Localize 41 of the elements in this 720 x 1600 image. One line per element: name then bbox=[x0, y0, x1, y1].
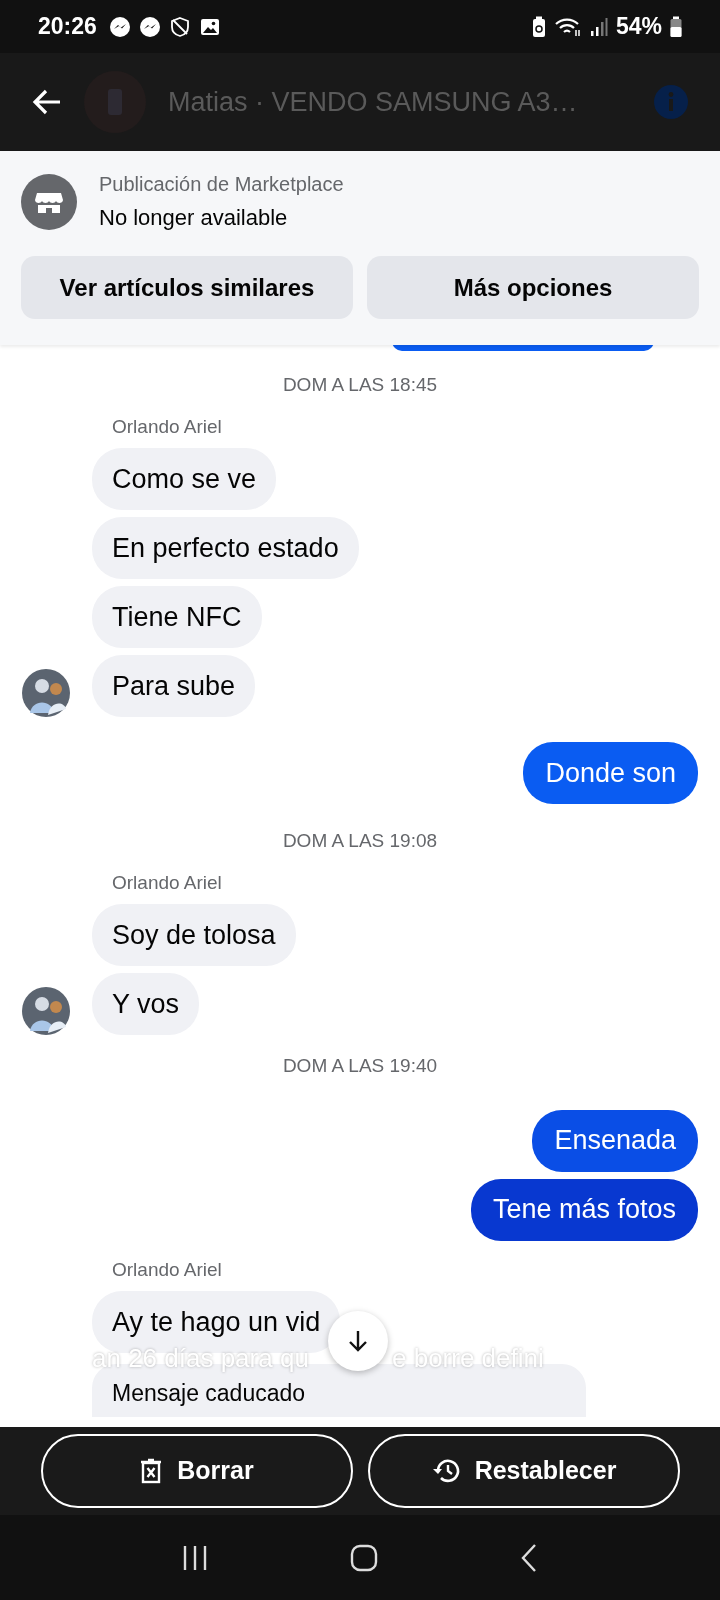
messenger-icon bbox=[138, 15, 161, 38]
scroll-down-button[interactable] bbox=[328, 1311, 388, 1371]
sender-name: Orlando Ariel bbox=[112, 415, 222, 437]
status-time: 20:26 bbox=[38, 12, 97, 42]
sender-name: Orlando Ariel bbox=[112, 871, 222, 893]
listing-status: No longer available bbox=[99, 204, 289, 232]
message-bubble: Y vos bbox=[92, 973, 200, 1035]
messenger-icon bbox=[108, 15, 131, 38]
message-bubble: Soy de tolosa bbox=[92, 904, 296, 966]
avatar bbox=[22, 987, 70, 1035]
signal-icon bbox=[589, 15, 608, 38]
message-bubble: En perfecto estado bbox=[92, 517, 359, 579]
listing-action-button[interactable]: Más opciones bbox=[367, 256, 699, 319]
timestamp: DOM A LAS 18:45 bbox=[282, 373, 438, 397]
sender-name: Orlando Ariel bbox=[112, 1258, 222, 1280]
listing-action-button[interactable]: Ver artículos similares bbox=[21, 256, 353, 319]
battery-saver-icon bbox=[531, 15, 546, 38]
message-bubble: Para sube bbox=[92, 655, 256, 717]
action-button[interactable]: Borrar bbox=[40, 1434, 353, 1508]
battery-level: 54% bbox=[615, 12, 662, 42]
avatar bbox=[22, 669, 70, 717]
message-bubble: Tiene NFC bbox=[92, 586, 262, 648]
message-bubble: Donde son bbox=[523, 742, 698, 804]
message-bubble: Tene más fotos bbox=[470, 1178, 698, 1241]
timestamp: DOM A LAS 19:40 bbox=[282, 1054, 438, 1078]
shield-icon bbox=[168, 15, 191, 38]
message-bubble: Ensenada bbox=[532, 1109, 698, 1172]
action-button[interactable]: Restablecer bbox=[367, 1434, 680, 1508]
home-icon[interactable] bbox=[350, 1543, 378, 1572]
message-bubble: Ay te hago un vid bbox=[92, 1291, 341, 1353]
message-bubble: Mensaje caducado bbox=[92, 1364, 586, 1417]
message-bubble: Como se ve bbox=[92, 448, 277, 510]
battery-icon bbox=[670, 15, 682, 38]
timestamp: DOM A LAS 19:08 bbox=[282, 829, 438, 853]
listing-label: Publicación de Marketplace bbox=[99, 172, 344, 197]
trash-icon bbox=[139, 1458, 164, 1484]
store-icon bbox=[21, 173, 77, 230]
avatar bbox=[84, 71, 146, 133]
arrow-down-icon bbox=[348, 1330, 368, 1352]
back-arrow-icon[interactable] bbox=[32, 89, 62, 115]
chat-title: Matias · VENDO SAMSUNG A3… bbox=[168, 85, 579, 119]
